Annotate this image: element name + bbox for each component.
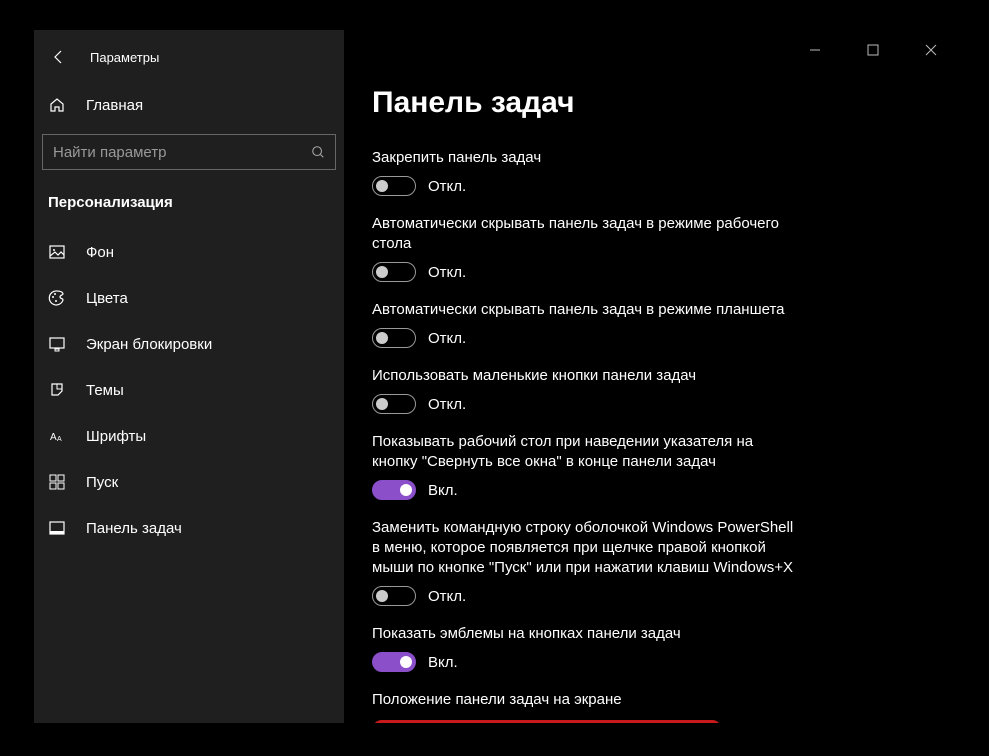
nav-label: Экран блокировки — [86, 336, 212, 353]
toggle-state: Вкл. — [428, 482, 458, 499]
nav-item-fonts[interactable]: AA Шрифты — [34, 413, 344, 459]
toggle-peek[interactable] — [372, 480, 416, 500]
nav-item-lockscreen[interactable]: Экран блокировки — [34, 321, 344, 367]
setting-label: Показывать рабочий стол при наведении ук… — [372, 432, 802, 472]
nav-item-background[interactable]: Фон — [34, 229, 344, 275]
window-title: Параметры — [90, 50, 159, 65]
nav-item-taskbar[interactable]: Панель задач — [34, 505, 344, 551]
svg-text:A: A — [57, 436, 62, 443]
minimize-button[interactable] — [801, 40, 829, 60]
nav-label: Фон — [86, 244, 114, 261]
setting-label: Использовать маленькие кнопки панели зад… — [372, 366, 802, 386]
toggle-powershell[interactable] — [372, 586, 416, 606]
window-controls — [801, 40, 945, 60]
start-icon — [48, 473, 66, 491]
nav-item-themes[interactable]: Темы — [34, 367, 344, 413]
search-icon — [311, 145, 325, 159]
home-nav[interactable]: Главная — [34, 86, 344, 124]
close-button[interactable] — [917, 40, 945, 60]
category-title: Персонализация — [34, 184, 344, 229]
home-label: Главная — [86, 97, 143, 114]
setting-badges: Показать эмблемы на кнопках панели задач… — [372, 624, 927, 672]
toggle-badges[interactable] — [372, 652, 416, 672]
image-icon — [48, 243, 66, 261]
search-input[interactable] — [53, 144, 284, 161]
sidebar: Параметры Главная Персонализация Фон — [34, 30, 344, 723]
setting-label: Автоматически скрывать панель задач в ре… — [372, 300, 802, 320]
nav-label: Пуск — [86, 474, 118, 491]
nav-label: Темы — [86, 382, 124, 399]
settings-window: Параметры Главная Персонализация Фон — [34, 30, 955, 723]
toggle-state: Вкл. — [428, 654, 458, 671]
search-box[interactable] — [42, 134, 336, 170]
toggle-state: Откл. — [428, 264, 466, 281]
search-container — [34, 124, 344, 184]
setting-lock: Закрепить панель задач Откл. — [372, 148, 927, 196]
themes-icon — [48, 381, 66, 399]
lockscreen-icon — [48, 335, 66, 353]
setting-label: Автоматически скрывать панель задач в ре… — [372, 214, 802, 254]
setting-label: Закрепить панель задач — [372, 148, 802, 168]
fonts-icon: AA — [48, 427, 66, 445]
nav-item-start[interactable]: Пуск — [34, 459, 344, 505]
toggle-lock[interactable] — [372, 176, 416, 196]
setting-position: Положение панели задач на экране Внизу — [372, 690, 927, 723]
page-title: Панель задач — [372, 86, 927, 120]
toggle-small-buttons[interactable] — [372, 394, 416, 414]
dropdown-highlight: Внизу — [372, 720, 722, 723]
palette-icon — [48, 289, 66, 307]
toggle-autohide-tablet[interactable] — [372, 328, 416, 348]
setting-peek: Показывать рабочий стол при наведении ук… — [372, 432, 927, 500]
back-button[interactable] — [48, 46, 70, 68]
taskbar-icon — [48, 519, 66, 537]
toggle-autohide-desktop[interactable] — [372, 262, 416, 282]
nav-label: Цвета — [86, 290, 128, 307]
svg-text:A: A — [50, 432, 57, 443]
sidebar-header: Параметры — [34, 36, 344, 86]
maximize-button[interactable] — [859, 40, 887, 60]
setting-label: Заменить командную строку оболочкой Wind… — [372, 518, 802, 578]
toggle-state: Откл. — [428, 396, 466, 413]
setting-label: Показать эмблемы на кнопках панели задач — [372, 624, 802, 644]
toggle-state: Откл. — [428, 178, 466, 195]
setting-label: Положение панели задач на экране — [372, 690, 802, 710]
nav-list: Фон Цвета Экран блокировки Темы AA Шрифт… — [34, 229, 344, 551]
nav-label: Шрифты — [86, 428, 146, 445]
setting-powershell: Заменить командную строку оболочкой Wind… — [372, 518, 927, 606]
setting-autohide-tablet: Автоматически скрывать панель задач в ре… — [372, 300, 927, 348]
setting-small-buttons: Использовать маленькие кнопки панели зад… — [372, 366, 927, 414]
nav-item-colors[interactable]: Цвета — [34, 275, 344, 321]
setting-autohide-desktop: Автоматически скрывать панель задач в ре… — [372, 214, 927, 282]
home-icon — [48, 96, 66, 114]
main-content: Панель задач Закрепить панель задач Откл… — [344, 30, 955, 723]
toggle-state: Откл. — [428, 330, 466, 347]
nav-label: Панель задач — [86, 520, 182, 537]
toggle-state: Откл. — [428, 588, 466, 605]
